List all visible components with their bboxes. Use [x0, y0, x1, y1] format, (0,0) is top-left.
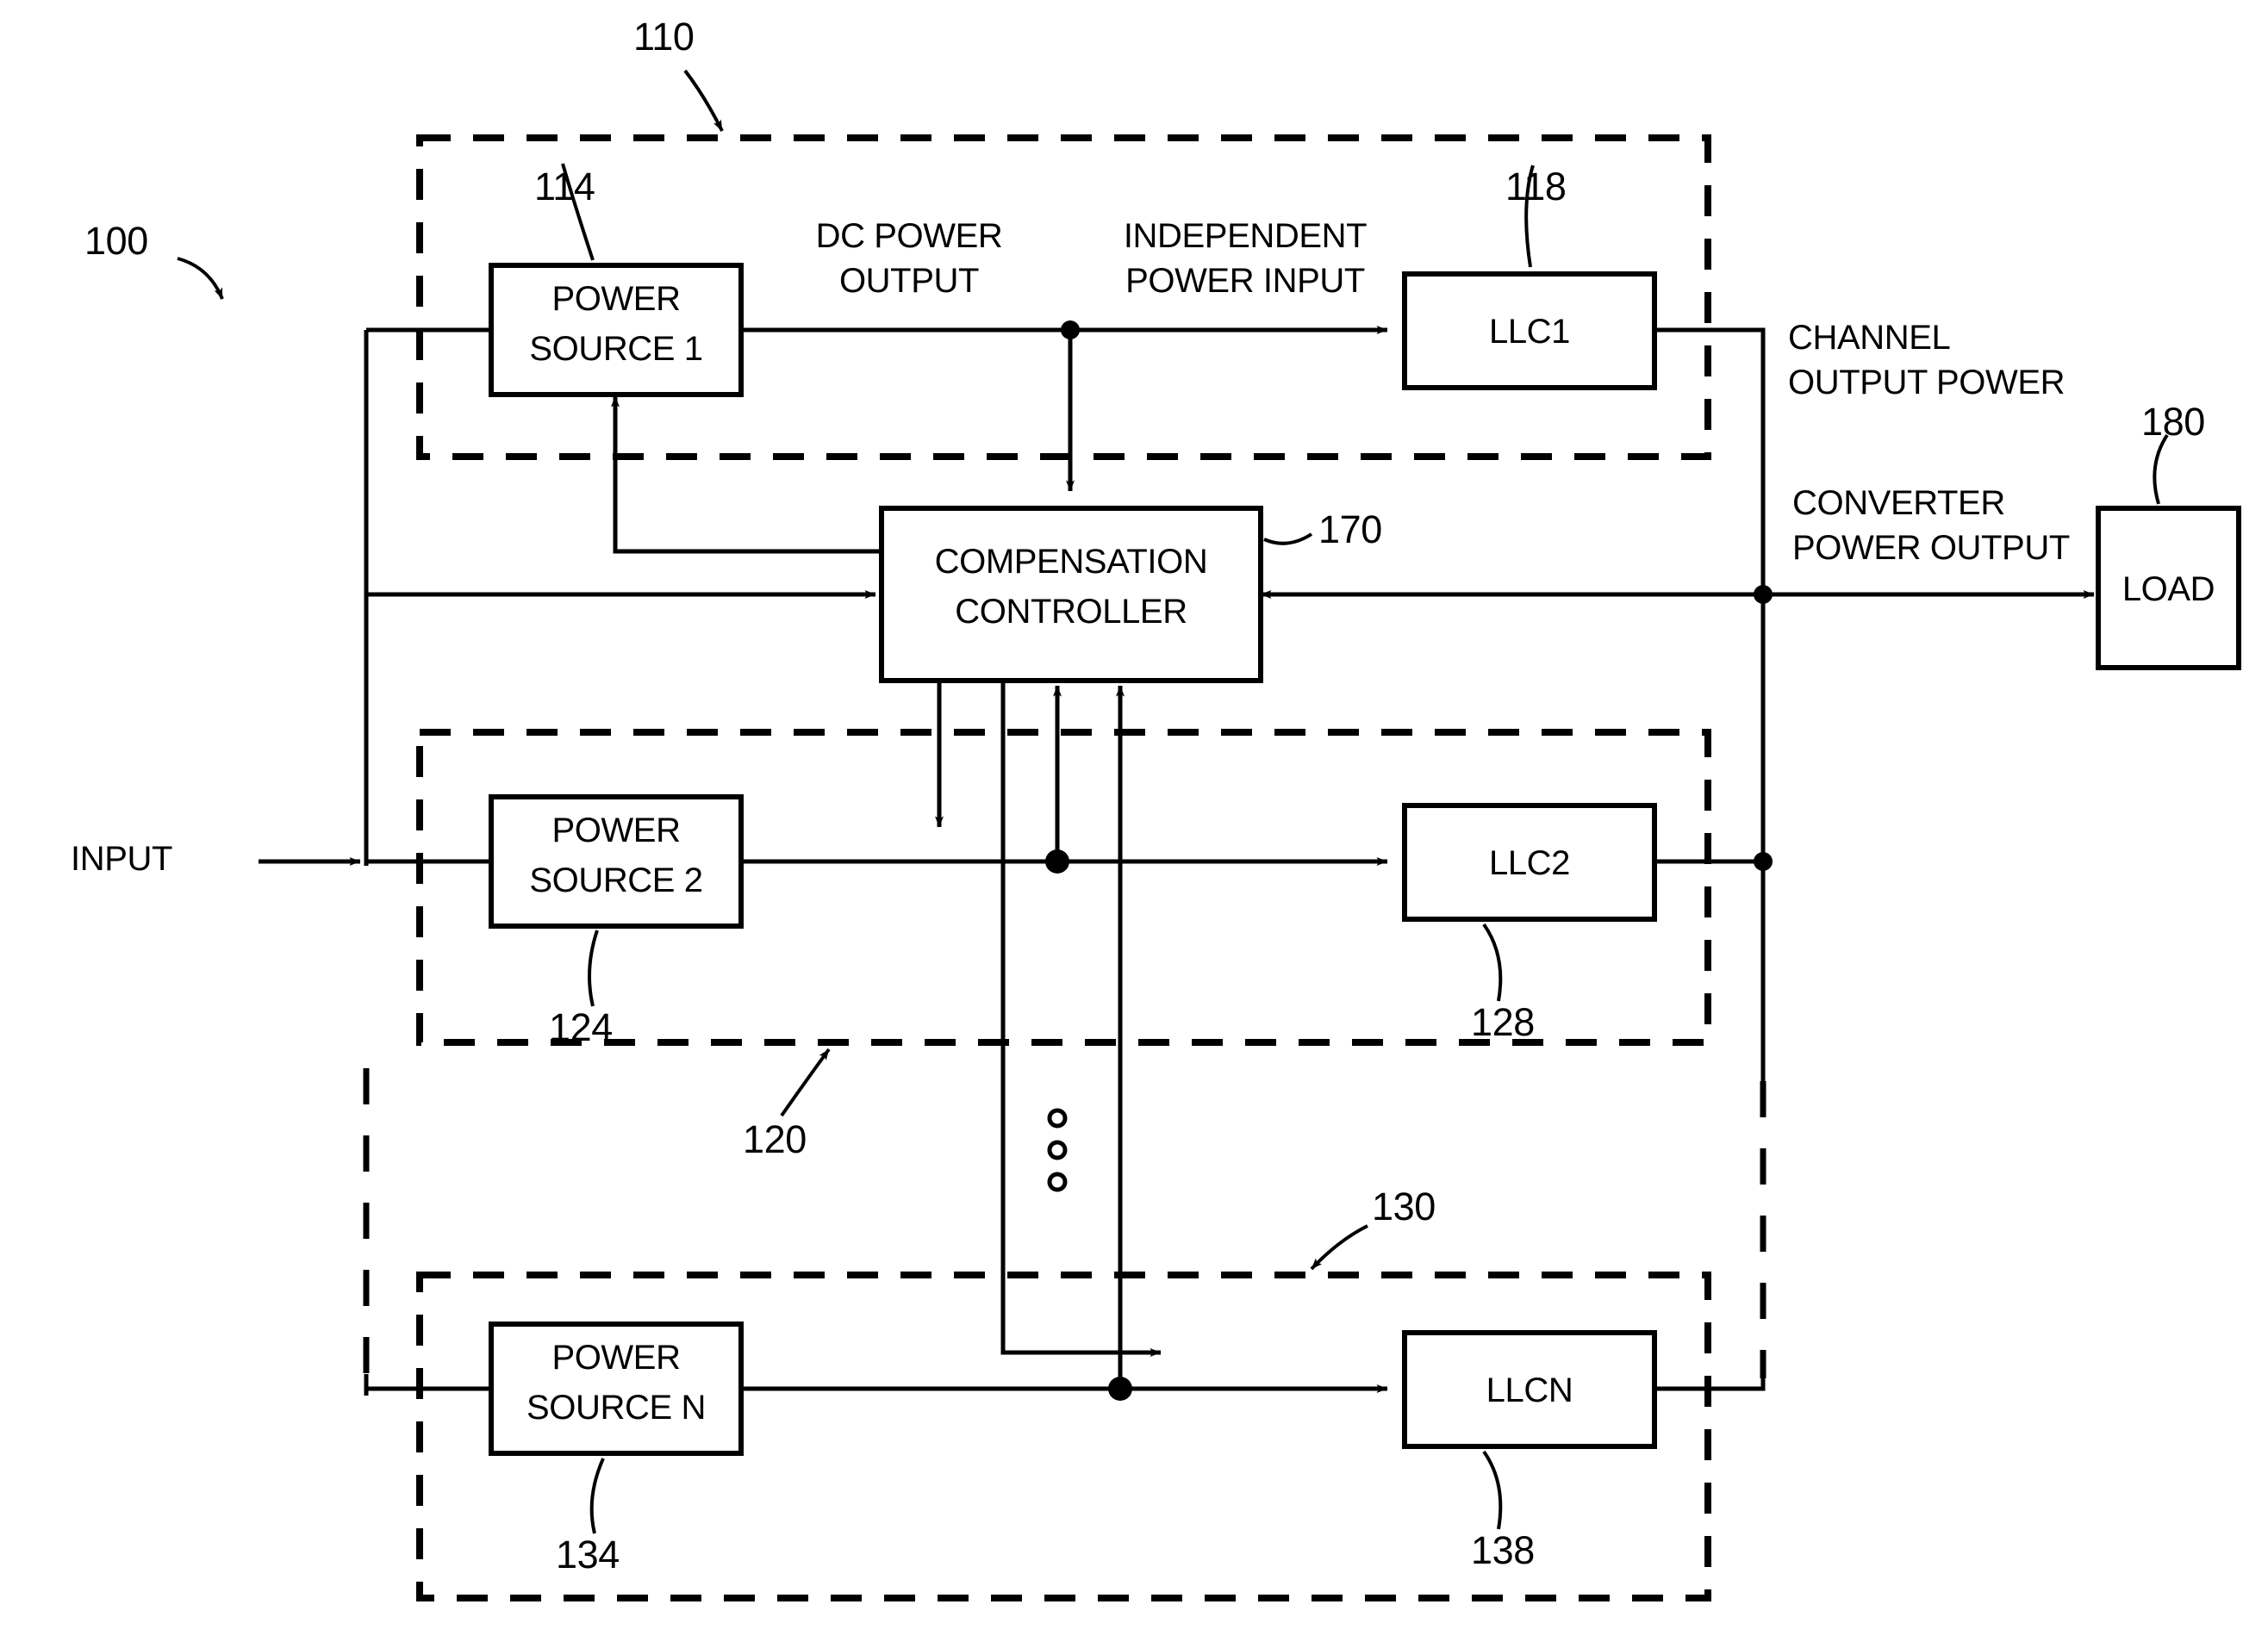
ref-180: 180	[2141, 400, 2205, 444]
ref-110: 110	[633, 15, 695, 59]
ref-118: 118	[1505, 165, 1567, 208]
leader-100	[177, 257, 224, 300]
leader-134	[589, 1458, 605, 1534]
power-source-n-label-line2: SOURCE N	[526, 1389, 706, 1427]
llc2-label: LLC2	[1488, 844, 1571, 882]
ellipsis-dot-3	[1047, 1172, 1068, 1192]
ellipsis-dot-2	[1047, 1140, 1068, 1160]
input-label: INPUT	[71, 840, 173, 878]
leader-110	[683, 69, 724, 132]
leader-120	[780, 1048, 831, 1117]
channel-output-power-label-line2: OUTPUT POWER	[1788, 364, 2066, 401]
ref-170: 170	[1318, 507, 1382, 551]
power-source-2-label-line2: SOURCE 2	[529, 861, 703, 899]
channel-output-power-label-line1: CHANNEL	[1788, 319, 1951, 357]
leader-170	[1263, 532, 1313, 545]
leader-138	[1482, 1450, 1503, 1530]
converter-power-output-label-line2: POWER OUTPUT	[1792, 529, 2070, 567]
ref-124: 124	[549, 1005, 613, 1049]
independent-power-input-label-line2: POWER INPUT	[1125, 262, 1365, 300]
ref-134: 134	[556, 1533, 620, 1576]
ref-120: 120	[743, 1117, 807, 1161]
leader-128	[1482, 923, 1503, 1002]
ref-100: 100	[84, 219, 148, 263]
controller-out-to-ps1	[611, 395, 882, 554]
controller-out-to-psn	[1000, 681, 1162, 1357]
junction-ps1-tap	[1061, 320, 1080, 339]
input-bus-to-psn	[364, 1379, 491, 1391]
dc-power-output-label-line1: DC POWER	[815, 217, 1003, 255]
ellipsis-dot-1	[1047, 1108, 1068, 1129]
figure-canvas: 100 110 114 118 POWER SOURCE 1 DC POWER …	[0, 0, 2268, 1648]
load-label: LOAD	[2122, 570, 2215, 608]
power-source-1-label-line2: SOURCE 1	[529, 330, 703, 368]
independent-power-input-label-line1: INDEPENDENT	[1123, 217, 1368, 255]
ref-138: 138	[1471, 1528, 1535, 1572]
power-source-1-label-line1: POWER	[551, 280, 681, 318]
leader-130	[1310, 1224, 1368, 1271]
power-source-n-label-line1: POWER	[551, 1339, 681, 1377]
dc-power-output-label-line2: OUTPUT	[838, 262, 980, 300]
ref-128: 128	[1471, 1000, 1535, 1044]
ref-130: 130	[1372, 1185, 1436, 1228]
power-source-2-label-line1: POWER	[551, 812, 681, 849]
leader-180	[2153, 433, 2169, 505]
ref-114: 114	[534, 165, 595, 208]
compensation-controller-label-line1: COMPENSATION	[934, 543, 1208, 581]
leader-124	[588, 930, 599, 1007]
converter-power-output-label-line1: CONVERTER	[1792, 484, 2005, 522]
llc1-label: LLC1	[1488, 313, 1571, 351]
compensation-controller-label-line2: CONTROLLER	[955, 593, 1187, 631]
llcn-label: LLCN	[1486, 1371, 1573, 1409]
